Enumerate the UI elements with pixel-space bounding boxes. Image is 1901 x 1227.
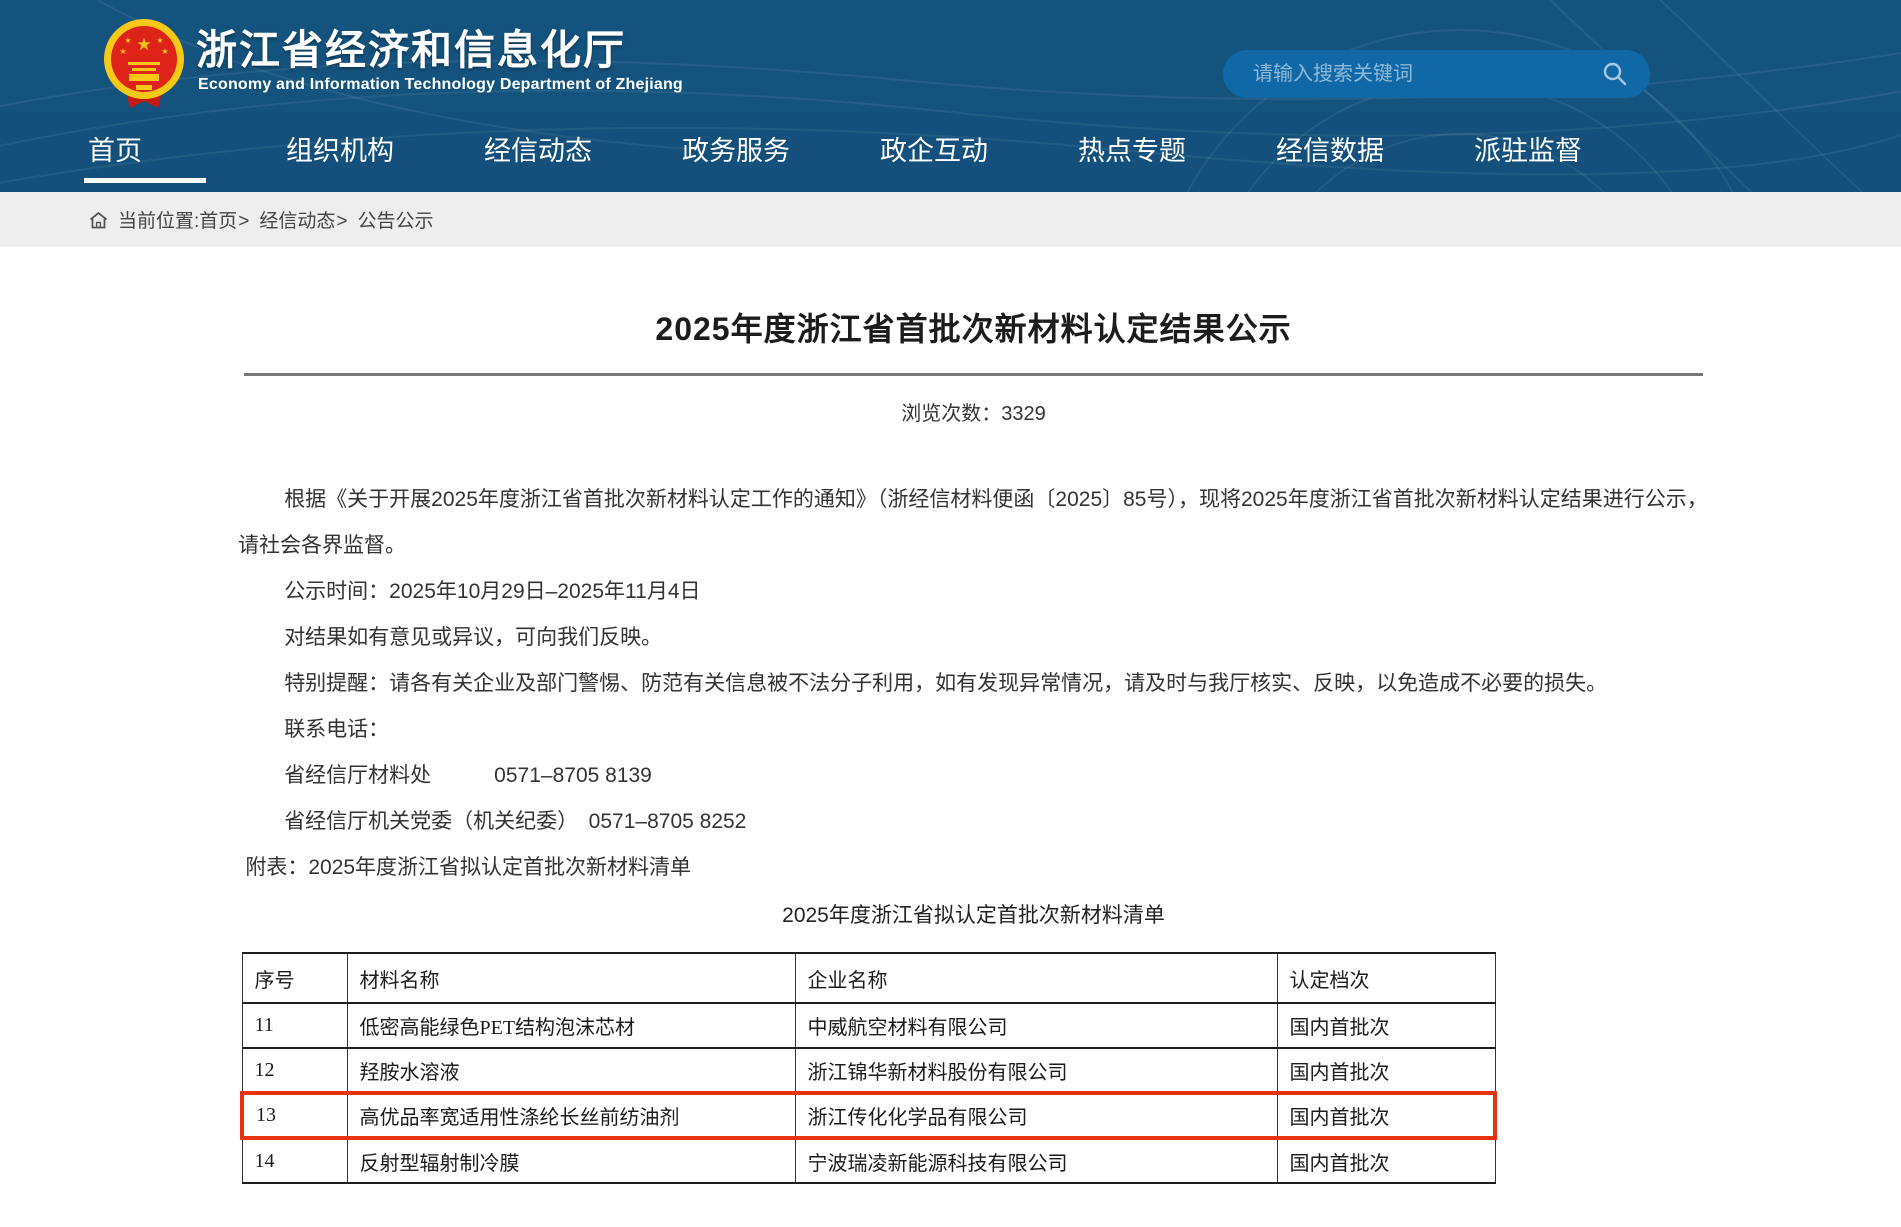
- site-header: ★ ★ ★ ★ ★ 浙江省经济和信息化厅 Economy and Informa…: [0, 0, 1901, 192]
- search-input[interactable]: [1223, 50, 1650, 98]
- search-box[interactable]: [1223, 50, 1650, 98]
- table-header-cell: 认定档次: [1277, 953, 1495, 1003]
- table-caption: 2025年度浙江省拟认定首批次新材料清单: [238, 893, 1709, 939]
- cell-serial-no: 13: [242, 1093, 347, 1138]
- paragraph: 省经信厅机关党委（机关纪委） 0571–8705 8252: [238, 799, 1709, 845]
- breadcrumb-item: 经信动态>: [259, 206, 357, 233]
- page-title: 2025年度浙江省首批次新材料认定结果公示: [238, 304, 1709, 350]
- cell-material-name: 低密高能绿色PET结构泡沫芯材: [347, 1003, 795, 1048]
- cell-serial-no: 11: [242, 1003, 347, 1048]
- breadcrumb-link[interactable]: 经信动态: [259, 211, 335, 232]
- paragraph: 根据《关于开展2025年度浙江省首批次新材料认定工作的通知》（浙经信材料便函〔2…: [238, 477, 1709, 569]
- nav-item[interactable]: 经信动态: [484, 112, 682, 192]
- breadcrumb-item: 首页>: [199, 206, 259, 233]
- view-count-value: 3329: [1001, 403, 1046, 425]
- view-count-label: 浏览次数：: [901, 403, 1001, 425]
- breadcrumb-link[interactable]: 公告公示: [358, 211, 434, 232]
- table-row: 11 低密高能绿色PET结构泡沫芯材 中威航空材料有限公司 国内首批次: [242, 1003, 1495, 1048]
- materials-table: 序号材料名称企业名称认定档次 11 低密高能绿色PET结构泡沫芯材 中威航空材料…: [240, 952, 1497, 1184]
- svg-text:★: ★: [161, 47, 168, 56]
- cell-certification-level: 国内首批次: [1277, 1003, 1495, 1048]
- cell-material-name: 反射型辐射制冷膜: [347, 1138, 795, 1183]
- nav-item[interactable]: 政务服务: [682, 112, 880, 192]
- title-divider: [244, 373, 1703, 376]
- table-header-cell: 企业名称: [795, 953, 1277, 1003]
- cell-company-name: 浙江传化化学品有限公司: [795, 1093, 1277, 1138]
- breadcrumb-separator: >: [238, 211, 249, 232]
- main-nav: 首页组织机构经信动态政务服务政企互动热点专题经信数据派驻监督: [0, 112, 1901, 192]
- paragraph: 公示时间：2025年10月29日–2025年11月4日: [238, 569, 1709, 615]
- table-row: 14 反射型辐射制冷膜 宁波瑞凌新能源科技有限公司 国内首批次: [242, 1138, 1495, 1183]
- table-row: 13 高优品率宽适用性涤纶长丝前纺油剂 浙江传化化学品有限公司 国内首批次: [242, 1093, 1495, 1138]
- cell-certification-level: 国内首批次: [1277, 1138, 1495, 1183]
- breadcrumb-link[interactable]: 首页: [199, 211, 237, 232]
- nav-item[interactable]: 派驻监督: [1474, 112, 1672, 192]
- breadcrumb-prefix: 当前位置:: [118, 206, 199, 233]
- article: 2025年度浙江省首批次新材料认定结果公示 浏览次数：3329 根据《关于开展2…: [238, 304, 1709, 1184]
- cell-serial-no: 12: [242, 1048, 347, 1093]
- table-row: 12 羟胺水溶液 浙江锦华新材料股份有限公司 国内首批次: [242, 1048, 1495, 1093]
- cell-material-name: 羟胺水溶液: [347, 1048, 795, 1093]
- svg-text:★: ★: [119, 47, 126, 56]
- site-subtitle: Economy and Information Technology Depar…: [198, 76, 683, 94]
- paragraph: 省经信厅材料处 0571–8705 8139: [238, 753, 1709, 799]
- article-body: 根据《关于开展2025年度浙江省首批次新材料认定工作的通知》（浙经信材料便函〔2…: [238, 477, 1709, 891]
- national-emblem-logo[interactable]: ★ ★ ★ ★ ★: [102, 18, 186, 110]
- table-header-cell: 序号: [242, 953, 347, 1003]
- nav-item[interactable]: 经信数据: [1276, 112, 1474, 192]
- nav-item[interactable]: 政企互动: [880, 112, 1078, 192]
- paragraph: 附表：2025年度浙江省拟认定首批次新材料清单: [238, 845, 1709, 891]
- svg-text:★: ★: [156, 36, 163, 45]
- site-title: 浙江省经济和信息化厅: [196, 16, 626, 76]
- page: ★ ★ ★ ★ ★ 浙江省经济和信息化厅 Economy and Informa…: [0, 0, 1901, 1184]
- table-header-row: 序号材料名称企业名称认定档次: [242, 953, 1495, 1003]
- paragraph: 对结果如有意见或异议，可向我们反映。: [238, 615, 1709, 661]
- search-icon[interactable]: [1602, 61, 1628, 87]
- nav-item[interactable]: 热点专题: [1078, 112, 1276, 192]
- view-count: 浏览次数：3329: [238, 397, 1709, 426]
- cell-company-name: 宁波瑞凌新能源科技有限公司: [795, 1138, 1277, 1183]
- cell-serial-no: 14: [242, 1138, 347, 1183]
- svg-text:★: ★: [136, 35, 151, 55]
- nav-item[interactable]: 首页: [88, 112, 286, 192]
- paragraph: 特别提醒：请各有关企业及部门警惕、防范有关信息被不法分子利用，如有发现异常情况，…: [238, 661, 1709, 707]
- table-header-cell: 材料名称: [347, 953, 795, 1003]
- paragraph: 联系电话：: [238, 707, 1709, 753]
- cell-certification-level: 国内首批次: [1277, 1048, 1495, 1093]
- breadcrumb: 当前位置: 首页>经信动态>公告公示: [0, 192, 1901, 247]
- cell-certification-level: 国内首批次: [1277, 1093, 1495, 1138]
- nav-item[interactable]: 组织机构: [286, 112, 484, 192]
- cell-company-name: 浙江锦华新材料股份有限公司: [795, 1048, 1277, 1093]
- cell-material-name: 高优品率宽适用性涤纶长丝前纺油剂: [347, 1093, 795, 1138]
- breadcrumb-separator: >: [336, 211, 347, 232]
- cell-company-name: 中威航空材料有限公司: [795, 1003, 1277, 1048]
- national-emblem-icon: ★ ★ ★ ★ ★: [102, 18, 186, 110]
- svg-text:★: ★: [124, 36, 131, 45]
- home-icon[interactable]: [88, 210, 109, 230]
- breadcrumb-item: 公告公示: [358, 206, 445, 233]
